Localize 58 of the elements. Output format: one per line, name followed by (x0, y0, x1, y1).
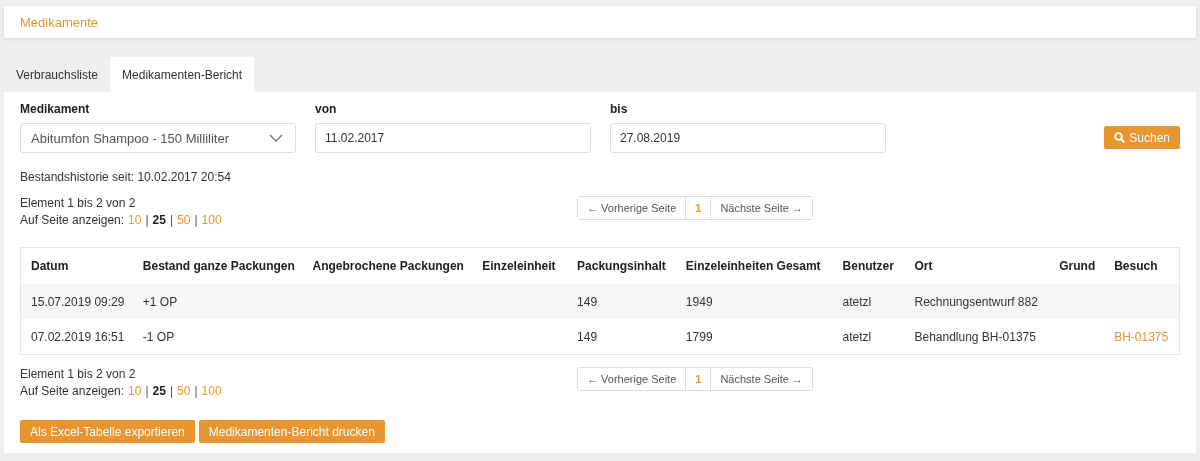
column-header: Grund (1059, 259, 1097, 273)
action-button[interactable]: Als Excel-Tabelle exportieren (20, 420, 195, 443)
medication-dropdown[interactable]: Abitumfon Shampoo - 150 Milliliter (20, 123, 296, 153)
column-header: Einzeleinheiten Gesamt (685, 259, 822, 273)
history-note: Bestandshistorie seit: 10.02.2017 20:54 (20, 170, 232, 184)
separator: | (194, 384, 198, 398)
chevron-down-icon (269, 134, 283, 142)
result-count: Element 1 bis 2 von 2 (20, 196, 137, 210)
tab[interactable]: Verbrauchsliste (4, 57, 111, 92)
column-header: Bestand ganze Packungen (142, 259, 296, 273)
page-title: Medikamente (20, 14, 99, 30)
page-number-button[interactable]: 1 (685, 368, 712, 390)
table-cell: +1 OP (142, 294, 178, 309)
separator: | (169, 384, 174, 398)
date-to-field[interactable]: 27.08.2019 (610, 123, 886, 153)
search-icon (1114, 132, 1126, 143)
table-cell: 1799 (685, 329, 713, 344)
tab[interactable]: Medikamenten-Bericht (110, 57, 255, 92)
column-header: Datum (31, 259, 70, 273)
field-label: von (315, 102, 338, 116)
table-cell: 149 (577, 294, 598, 309)
separator: | (194, 213, 198, 227)
table-cell: Rechnungsentwurf 882 (914, 294, 1038, 309)
separator: | (145, 213, 149, 227)
column-header: Einzeleinheit (482, 259, 557, 273)
per-page-label: Auf Seite anzeigen: (20, 384, 125, 398)
column-header: Ort (914, 259, 934, 273)
page-size-link[interactable]: 50 (177, 384, 191, 398)
page-size-link[interactable]: 100 (201, 384, 222, 398)
per-page-label: Auf Seite anzeigen: (20, 213, 125, 227)
column-header: Angebrochene Packungen (312, 259, 465, 273)
table-cell: Behandlung BH-01375 (914, 329, 1036, 344)
page-size-link[interactable]: 100 (201, 213, 222, 227)
table-cell: -1 OP (142, 329, 175, 344)
visit-link[interactable]: BH-01375 (1114, 329, 1169, 344)
date-from-field[interactable]: 11.02.2017 (315, 123, 591, 153)
table-cell: 1949 (685, 294, 713, 309)
result-count: Element 1 bis 2 von 2 (20, 367, 137, 381)
field-label: bis (610, 102, 629, 116)
page-size-link[interactable]: 25 (152, 384, 166, 398)
table-cell: 15.07.2019 09:29 (31, 294, 125, 309)
column-header: Packungsinhalt (577, 259, 667, 273)
separator: | (169, 213, 174, 227)
column-header: Besuch (1114, 259, 1159, 273)
field-label: Medikament (20, 102, 91, 116)
page-size-link[interactable]: 10 (128, 213, 142, 227)
table-cell: 149 (577, 329, 598, 344)
table-cell: atetzl (842, 294, 872, 309)
separator: | (145, 384, 149, 398)
search-button[interactable]: Suchen (1104, 126, 1180, 149)
page-number-button[interactable]: 1 (685, 197, 712, 219)
table-cell: 07.02.2019 16:51 (31, 329, 125, 344)
page-size-link[interactable]: 25 (152, 213, 166, 227)
page-size-link[interactable]: 50 (177, 213, 191, 227)
action-button[interactable]: Medikamenten-Bericht drucken (198, 420, 385, 443)
column-header: Benutzer (842, 259, 895, 273)
table-cell: atetzl (842, 329, 872, 344)
page-size-link[interactable]: 10 (128, 384, 142, 398)
